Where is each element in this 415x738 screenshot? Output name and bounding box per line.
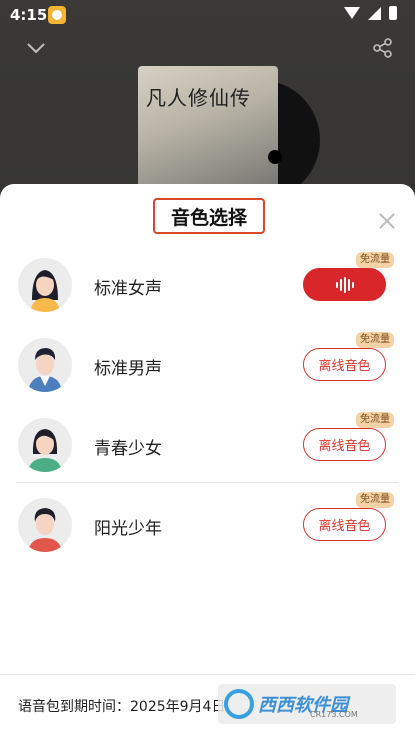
- share-icon[interactable]: [373, 38, 393, 58]
- offline-voice-button[interactable]: 离线音色: [303, 428, 386, 461]
- voice-name: 阳光少年: [94, 519, 162, 539]
- voice-item-standard-male[interactable]: 标准男声 离线音色 免流量: [0, 328, 415, 408]
- sheet-title-box: 音色选择: [153, 198, 265, 234]
- female-avatar-icon: [18, 258, 72, 312]
- offline-voice-button[interactable]: 离线音色: [303, 508, 386, 541]
- free-data-badge: 免流量: [356, 412, 394, 428]
- footer-divider: [0, 674, 415, 675]
- vinyl-center: [268, 150, 282, 164]
- boy-avatar-icon: [18, 498, 72, 552]
- free-data-badge: 免流量: [356, 492, 394, 508]
- offline-voice-button[interactable]: 离线音色: [303, 348, 386, 381]
- voice-name: 标准男声: [94, 359, 162, 379]
- app-notification-icon: [48, 6, 66, 24]
- status-time: 4:15: [10, 6, 48, 24]
- battery-icon: [389, 6, 397, 20]
- watermark-logo-icon: [224, 689, 254, 719]
- site-watermark: 西西软件园 CR173.COM: [218, 684, 396, 724]
- signal-icon: [368, 6, 381, 20]
- voice-item-young-girl[interactable]: 青春少女 离线音色 免流量: [0, 408, 415, 488]
- voice-selection-sheet: 音色选择 标准女声 免流量 标准男声 离线音色 免流量 青春少女 离线音色 免流…: [0, 184, 415, 738]
- free-data-badge: 免流量: [356, 332, 394, 348]
- close-icon[interactable]: [378, 212, 396, 230]
- wifi-icon: [344, 7, 360, 19]
- male-avatar-icon: [18, 338, 72, 392]
- voice-item-sunny-boy[interactable]: 阳光少年 离线音色 免流量: [0, 488, 415, 568]
- chevron-down-icon[interactable]: [26, 38, 46, 58]
- sheet-title: 音色选择: [170, 206, 247, 229]
- voice-name: 青春少女: [94, 439, 162, 459]
- girl-avatar-icon: [18, 418, 72, 472]
- playing-voice-button[interactable]: [303, 268, 386, 301]
- status-bar: 4:15: [0, 0, 415, 30]
- watermark-subtext: CR173.COM: [310, 710, 358, 719]
- album-cover-title: 凡人修仙传: [146, 86, 251, 110]
- voice-name: 标准女声: [94, 279, 162, 299]
- expiry-text: 语音包到期时间：2025年9月4日: [18, 699, 226, 715]
- row-divider: [16, 482, 399, 483]
- voice-item-standard-female[interactable]: 标准女声 免流量: [0, 248, 415, 328]
- free-data-badge: 免流量: [356, 252, 394, 268]
- sound-wave-icon: [335, 276, 354, 293]
